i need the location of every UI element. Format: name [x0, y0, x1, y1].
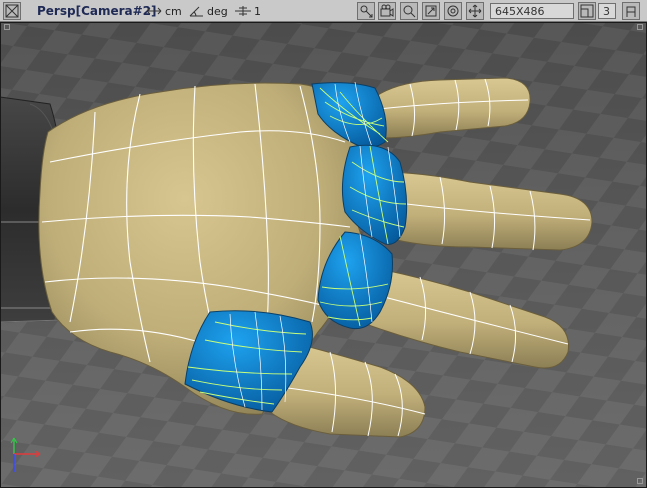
orbit-icon[interactable]: [422, 2, 440, 20]
corner-marker: [637, 478, 643, 484]
resolution-field[interactable]: 645X486: [490, 3, 574, 19]
viewport-toolbar: Persp[Camera#2] cm deg 1 645X486 3: [0, 0, 647, 22]
corner-marker: [637, 24, 643, 30]
view-camera-title[interactable]: Persp[Camera#2]: [37, 0, 157, 22]
layout-split-icon[interactable]: [578, 2, 596, 20]
snap-value: 1: [254, 4, 261, 18]
units-control[interactable]: cm: [146, 0, 182, 22]
snap-control[interactable]: 1: [234, 0, 261, 22]
layout-number-field[interactable]: 3: [598, 3, 616, 19]
viewport-menu-icon[interactable]: [3, 2, 21, 20]
fit-view-icon[interactable]: [444, 2, 462, 20]
zoom-icon[interactable]: [400, 2, 418, 20]
snap-grid-icon: [235, 6, 251, 16]
move-camera-icon[interactable]: [357, 2, 375, 20]
3d-viewport[interactable]: [0, 22, 647, 488]
horizontal-arrows-icon: [146, 7, 162, 15]
pan-icon[interactable]: [466, 2, 484, 20]
corner-marker: [4, 24, 10, 30]
film-camera-icon[interactable]: [378, 2, 396, 20]
units-label: cm: [165, 4, 182, 18]
angle-control[interactable]: deg: [188, 0, 228, 22]
maximize-icon[interactable]: [622, 2, 640, 20]
3d-viewport-window: Persp[Camera#2] cm deg 1 645X486 3: [0, 0, 647, 488]
angle-label: deg: [207, 4, 228, 18]
angle-icon: [189, 6, 203, 17]
